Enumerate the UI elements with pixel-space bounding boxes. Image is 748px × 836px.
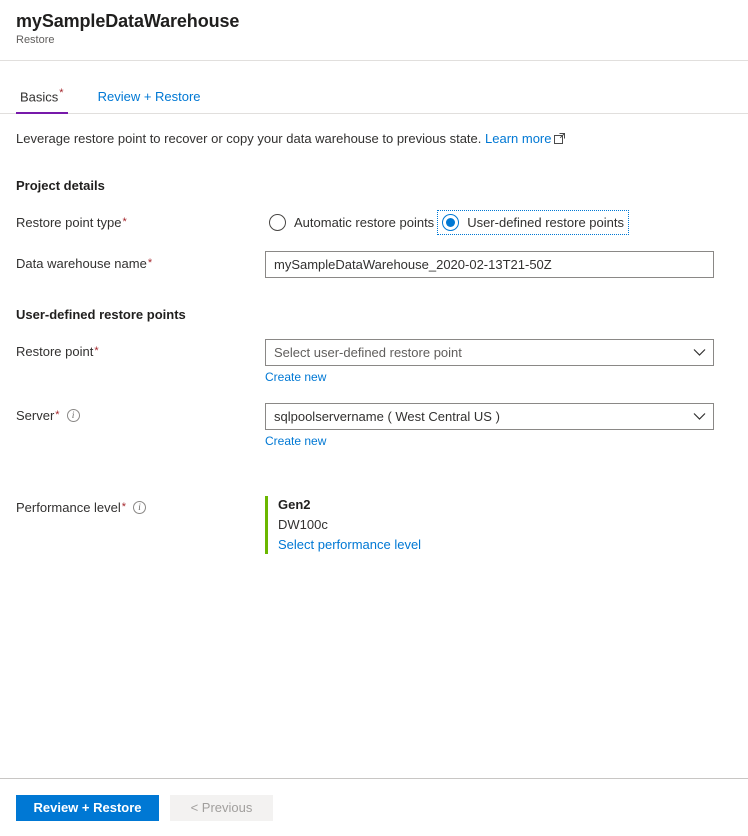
learn-more-link[interactable]: Learn more bbox=[485, 131, 551, 146]
server-field: sqlpoolservername ( West Central US ) Cr… bbox=[265, 403, 732, 450]
field-performance-level: Performance level* i Gen2 DW100c Select … bbox=[16, 495, 732, 554]
previous-button[interactable]: < Previous bbox=[170, 795, 273, 821]
chevron-down-icon bbox=[693, 345, 706, 360]
blade-description: Leverage restore point to recover or cop… bbox=[0, 114, 748, 149]
server-label: Server* i bbox=[16, 403, 265, 424]
data-warehouse-name-field bbox=[265, 251, 732, 278]
section-user-defined-restore-points-heading: User-defined restore points bbox=[16, 307, 732, 322]
review-restore-button[interactable]: Review + Restore bbox=[16, 795, 159, 821]
server-dropdown-text: sqlpoolservername ( West Central US ) bbox=[274, 409, 693, 424]
field-restore-point: Restore point* Select user-defined resto… bbox=[16, 339, 732, 386]
restore-point-dropdown-text: Select user-defined restore point bbox=[274, 345, 693, 360]
restore-form: Project details Restore point type* Auto… bbox=[0, 178, 748, 554]
restore-point-label-text: Restore point bbox=[16, 343, 93, 360]
field-restore-point-type: Restore point type* Automatic restore po… bbox=[16, 210, 732, 234]
restore-point-required-asterisk: * bbox=[94, 343, 98, 360]
performance-level-label-text: Performance level bbox=[16, 499, 121, 516]
header-divider bbox=[0, 60, 748, 61]
radio-user-defined-restore-points[interactable]: User-defined restore points bbox=[438, 211, 628, 234]
description-text: Leverage restore point to recover or cop… bbox=[16, 131, 481, 146]
data-warehouse-name-label: Data warehouse name* bbox=[16, 251, 265, 272]
performance-level-tier: Gen2 bbox=[278, 496, 732, 514]
tab-review-restore[interactable]: Review + Restore bbox=[94, 89, 205, 113]
restore-point-type-label: Restore point type* bbox=[16, 210, 265, 231]
field-data-warehouse-name: Data warehouse name* bbox=[16, 251, 732, 278]
server-dropdown[interactable]: sqlpoolservername ( West Central US ) bbox=[265, 403, 714, 430]
performance-level-label: Performance level* i bbox=[16, 495, 265, 516]
radio-automatic-restore-points[interactable]: Automatic restore points bbox=[265, 211, 438, 234]
performance-level-field: Gen2 DW100c Select performance level bbox=[265, 495, 732, 554]
restore-blade: mySampleDataWarehouse Restore Basics* Re… bbox=[0, 0, 748, 836]
learn-more-label: Learn more bbox=[485, 131, 551, 146]
restore-point-dropdown[interactable]: Select user-defined restore point bbox=[265, 339, 714, 366]
restore-point-label: Restore point* bbox=[16, 339, 265, 360]
tab-basics-required-asterisk: * bbox=[59, 87, 63, 99]
tab-bar: Basics* Review + Restore bbox=[0, 81, 748, 114]
performance-level-required-asterisk: * bbox=[122, 499, 126, 516]
info-icon[interactable]: i bbox=[67, 409, 80, 422]
restore-point-type-label-text: Restore point type bbox=[16, 214, 122, 231]
restore-point-type-radio-group: Automatic restore points User-defined re… bbox=[265, 210, 732, 234]
radio-automatic-mark bbox=[269, 214, 286, 231]
page-subtitle: Restore bbox=[16, 33, 732, 48]
server-create-new-link[interactable]: Create new bbox=[265, 434, 326, 448]
blade-header: mySampleDataWarehouse Restore bbox=[0, 0, 748, 48]
section-project-details-heading: Project details bbox=[16, 178, 732, 193]
performance-level-size: DW100c bbox=[278, 515, 732, 534]
tab-review-restore-label: Review + Restore bbox=[98, 89, 201, 104]
restore-point-type-required-asterisk: * bbox=[123, 214, 127, 231]
radio-user-defined-mark bbox=[442, 214, 459, 231]
data-warehouse-name-required-asterisk: * bbox=[148, 255, 152, 272]
external-link-icon bbox=[554, 131, 565, 149]
field-server: Server* i sqlpoolservername ( West Centr… bbox=[16, 403, 732, 450]
page-title: mySampleDataWarehouse bbox=[16, 10, 732, 32]
restore-point-create-new-link[interactable]: Create new bbox=[265, 370, 326, 384]
performance-level-card: Gen2 DW100c Select performance level bbox=[265, 496, 732, 554]
data-warehouse-name-input[interactable] bbox=[265, 251, 714, 278]
radio-user-defined-label: User-defined restore points bbox=[467, 215, 624, 230]
restore-point-field: Select user-defined restore point Create… bbox=[265, 339, 732, 386]
server-label-text: Server bbox=[16, 407, 54, 424]
blade-footer: Review + Restore < Previous bbox=[0, 778, 748, 836]
radio-automatic-label: Automatic restore points bbox=[294, 215, 434, 230]
chevron-down-icon bbox=[693, 409, 706, 424]
select-performance-level-link[interactable]: Select performance level bbox=[278, 535, 421, 554]
restore-point-type-field: Automatic restore points User-defined re… bbox=[265, 210, 732, 234]
tab-basics-label: Basics bbox=[20, 89, 58, 104]
info-icon[interactable]: i bbox=[133, 501, 146, 514]
server-required-asterisk: * bbox=[55, 407, 59, 424]
data-warehouse-name-label-text: Data warehouse name bbox=[16, 255, 147, 272]
tab-basics[interactable]: Basics* bbox=[16, 85, 68, 113]
